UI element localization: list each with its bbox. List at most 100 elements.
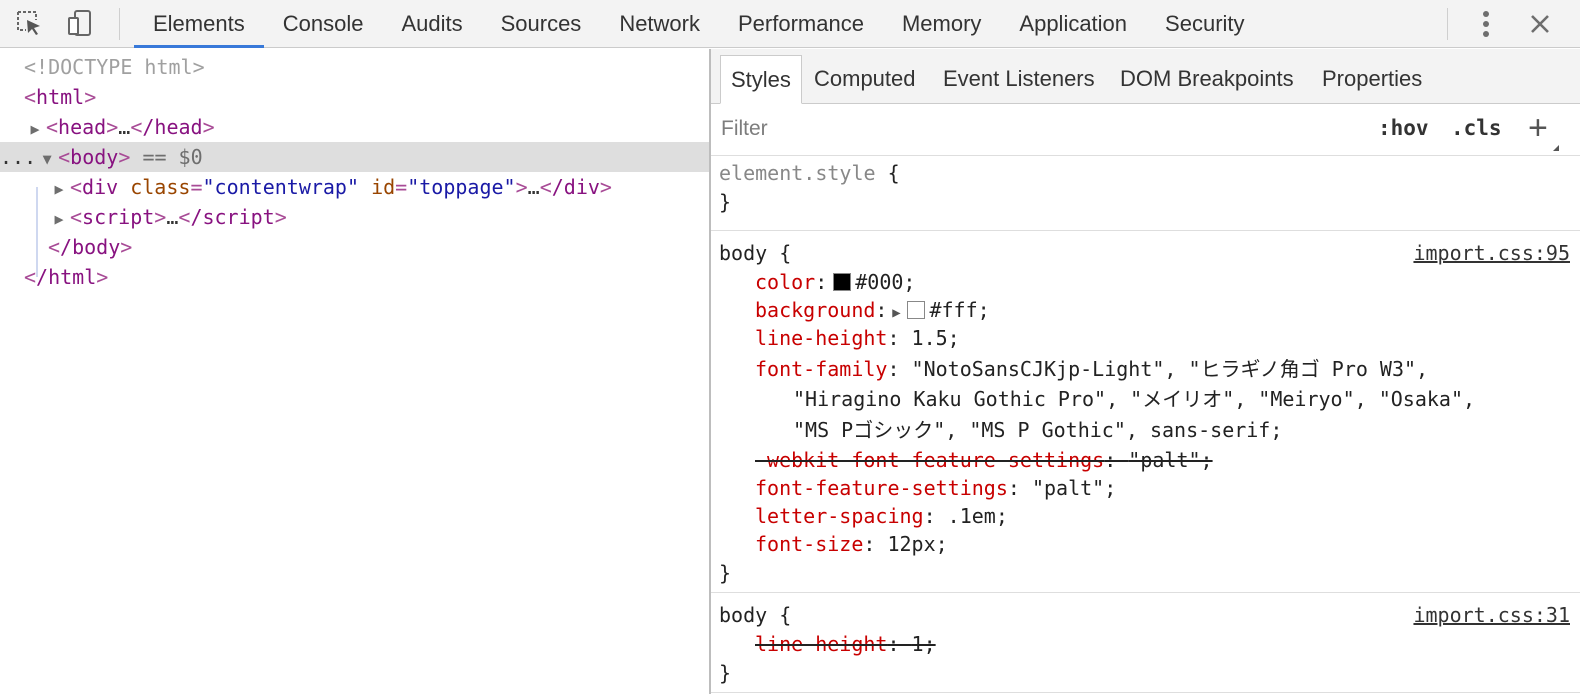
hover-state-button[interactable]: :hov	[1378, 116, 1429, 140]
property-name[interactable]: font-feature-settings	[755, 476, 1008, 500]
property-value[interactable]: "palt";	[1128, 448, 1212, 472]
expand-triangle-icon[interactable]: ▶	[24, 114, 46, 144]
styles-filter-bar: Filter :hov .cls +	[711, 105, 1580, 156]
declaration-color[interactable]: color: #000;	[711, 268, 1580, 296]
dom-node-body-selected[interactable]: ... ▼ <body> == $0	[0, 142, 710, 172]
rule-open-brace: {	[779, 603, 792, 627]
dom-node-head[interactable]: ▶ <head>…</head>	[0, 112, 710, 142]
property-value[interactable]: "NotoSansCJKjp-Light", "ヒラギノ角ゴ Pro W3",	[912, 357, 1429, 381]
tab-computed[interactable]: Computed	[814, 55, 916, 104]
filter-input[interactable]: Filter	[721, 117, 768, 141]
device-toolbar-icon[interactable]	[64, 6, 98, 40]
property-name[interactable]: letter-spacing	[755, 504, 924, 528]
tab-styles[interactable]: Styles	[720, 55, 802, 104]
main-tabs: Elements Console Audits Sources Network …	[134, 0, 1264, 48]
rule-close-brace: }	[719, 661, 732, 685]
dom-node-body-close[interactable]: </body>	[0, 232, 710, 262]
selected-marker: == $0	[142, 145, 203, 169]
declaration-font-family[interactable]: font-family: "NotoSansCJKjp-Light", "ヒラギ…	[711, 352, 1580, 384]
tab-properties[interactable]: Properties	[1322, 55, 1422, 104]
selected-prefix[interactable]: ...	[0, 145, 36, 169]
more-vertical-icon[interactable]	[1468, 6, 1504, 42]
dom-node-html[interactable]: <html>	[0, 82, 710, 112]
color-swatch-icon[interactable]	[907, 301, 926, 319]
rule-selector[interactable]: element.style	[711, 161, 876, 185]
rule-open-brace: {	[779, 241, 792, 265]
script-close-tag: /script	[190, 205, 275, 229]
inspect-element-icon[interactable]	[12, 6, 46, 40]
sidebar-tabs: Styles Computed Event Listeners DOM Brea…	[711, 49, 1580, 104]
toolbar-divider	[119, 8, 120, 40]
dom-node-html-close[interactable]: </html>	[0, 262, 710, 292]
tab-memory[interactable]: Memory	[883, 0, 1000, 48]
property-value[interactable]: #000;	[855, 270, 915, 294]
expand-triangle-icon[interactable]: ▶	[48, 204, 70, 234]
div-close-tag: /div	[551, 175, 600, 199]
tab-application[interactable]: Application	[1000, 0, 1146, 48]
doctype-text: <!DOCTYPE html>	[24, 55, 205, 79]
property-value[interactable]: #fff;	[929, 298, 989, 322]
tab-performance[interactable]: Performance	[719, 0, 883, 48]
new-style-rule-button[interactable]: +	[1528, 109, 1548, 148]
rule-element-style: element.style { }	[711, 157, 1580, 231]
property-name[interactable]: font-size	[755, 532, 863, 556]
color-swatch-icon[interactable]	[833, 273, 852, 291]
declaration-background[interactable]: background: ▶ #fff;	[711, 296, 1580, 324]
devtools-toolbar: Elements Console Audits Sources Network …	[0, 0, 1580, 48]
declaration-font-size[interactable]: font-size: 12px;	[711, 530, 1580, 558]
html-tag: html	[36, 85, 85, 109]
property-name[interactable]: background	[755, 298, 875, 322]
declaration-letter-spacing[interactable]: letter-spacing: .1em;	[711, 502, 1580, 530]
tab-network[interactable]: Network	[600, 0, 719, 48]
property-name[interactable]: color	[755, 270, 815, 294]
property-name[interactable]: line-height	[755, 632, 887, 656]
expand-triangle-icon[interactable]: ▶	[48, 174, 70, 204]
tab-security[interactable]: Security	[1146, 0, 1263, 48]
rule-selector[interactable]: body	[711, 241, 767, 265]
tab-audits[interactable]: Audits	[382, 0, 481, 48]
class-toggle-button[interactable]: .cls	[1451, 116, 1502, 140]
declaration-line-height[interactable]: line-height: 1.5;	[711, 324, 1580, 352]
rule-body-import-95: body { import.css:95 color: #000; backgro…	[711, 231, 1580, 593]
tab-console[interactable]: Console	[264, 0, 383, 48]
expand-shorthand-icon[interactable]: ▶	[887, 299, 905, 327]
new-rule-menu-corner-icon[interactable]	[1553, 145, 1559, 151]
rule-close-brace: }	[719, 190, 732, 214]
declaration-font-feature-settings[interactable]: font-feature-settings: "palt";	[711, 474, 1580, 502]
dom-node-div[interactable]: ▶ <div class="contentwrap" id="toppage">……	[0, 172, 710, 202]
font-family-continuation[interactable]: "Hiragino Kaku Gothic Pro", "メイリオ", "Mei…	[711, 384, 1580, 415]
close-icon[interactable]	[1522, 6, 1558, 42]
rule-body-import-31: body { import.css:31 line-height: 1; }	[711, 593, 1580, 693]
property-value[interactable]: .1em;	[948, 504, 1008, 528]
tab-dom-breakpoints[interactable]: DOM Breakpoints	[1120, 55, 1294, 104]
font-family-continuation[interactable]: "MS Pゴシック", "MS P Gothic", sans-serif;	[711, 415, 1580, 446]
property-value[interactable]: "palt";	[1032, 476, 1116, 500]
dom-node-script[interactable]: ▶ <script>…</script>	[0, 202, 710, 232]
body-tag: body	[70, 145, 119, 169]
property-name[interactable]: -webkit-font-feature-settings	[755, 448, 1104, 472]
dom-node-doctype[interactable]: <!DOCTYPE html>	[0, 52, 710, 82]
styles-sidebar: Styles Computed Event Listeners DOM Brea…	[711, 49, 1580, 694]
declaration-webkit-font-feature-settings-overridden[interactable]: -webkit-font-feature-settings: "palt";	[711, 446, 1580, 474]
tab-elements[interactable]: Elements	[134, 0, 264, 48]
declaration-line-height-overridden[interactable]: line-height: 1;	[711, 630, 1580, 658]
dom-tree: <!DOCTYPE html> <html> ▶ <head>…</head> .…	[0, 49, 710, 694]
collapse-triangle-icon[interactable]: ▼	[36, 144, 58, 174]
property-value[interactable]: 1;	[912, 632, 936, 656]
tab-event-listeners[interactable]: Event Listeners	[943, 55, 1095, 104]
rule-open-brace: {	[887, 161, 900, 185]
property-value[interactable]: 12px;	[887, 532, 947, 556]
div-tag: div	[82, 175, 119, 199]
collapsed-ellipsis: …	[527, 175, 540, 199]
rule-source-link[interactable]: import.css:95	[1413, 238, 1570, 268]
style-rules: element.style { } body { import.css:95 c…	[711, 157, 1580, 693]
property-value[interactable]: 1.5;	[912, 326, 960, 350]
script-tag: script	[82, 205, 155, 229]
property-name[interactable]: line-height	[755, 326, 887, 350]
property-name[interactable]: font-family	[755, 357, 887, 381]
tab-sources[interactable]: Sources	[482, 0, 601, 48]
rule-selector[interactable]: body	[711, 603, 767, 627]
collapsed-ellipsis: …	[118, 115, 131, 139]
attr-value-id: "toppage"	[407, 175, 516, 199]
rule-source-link[interactable]: import.css:31	[1413, 600, 1570, 630]
